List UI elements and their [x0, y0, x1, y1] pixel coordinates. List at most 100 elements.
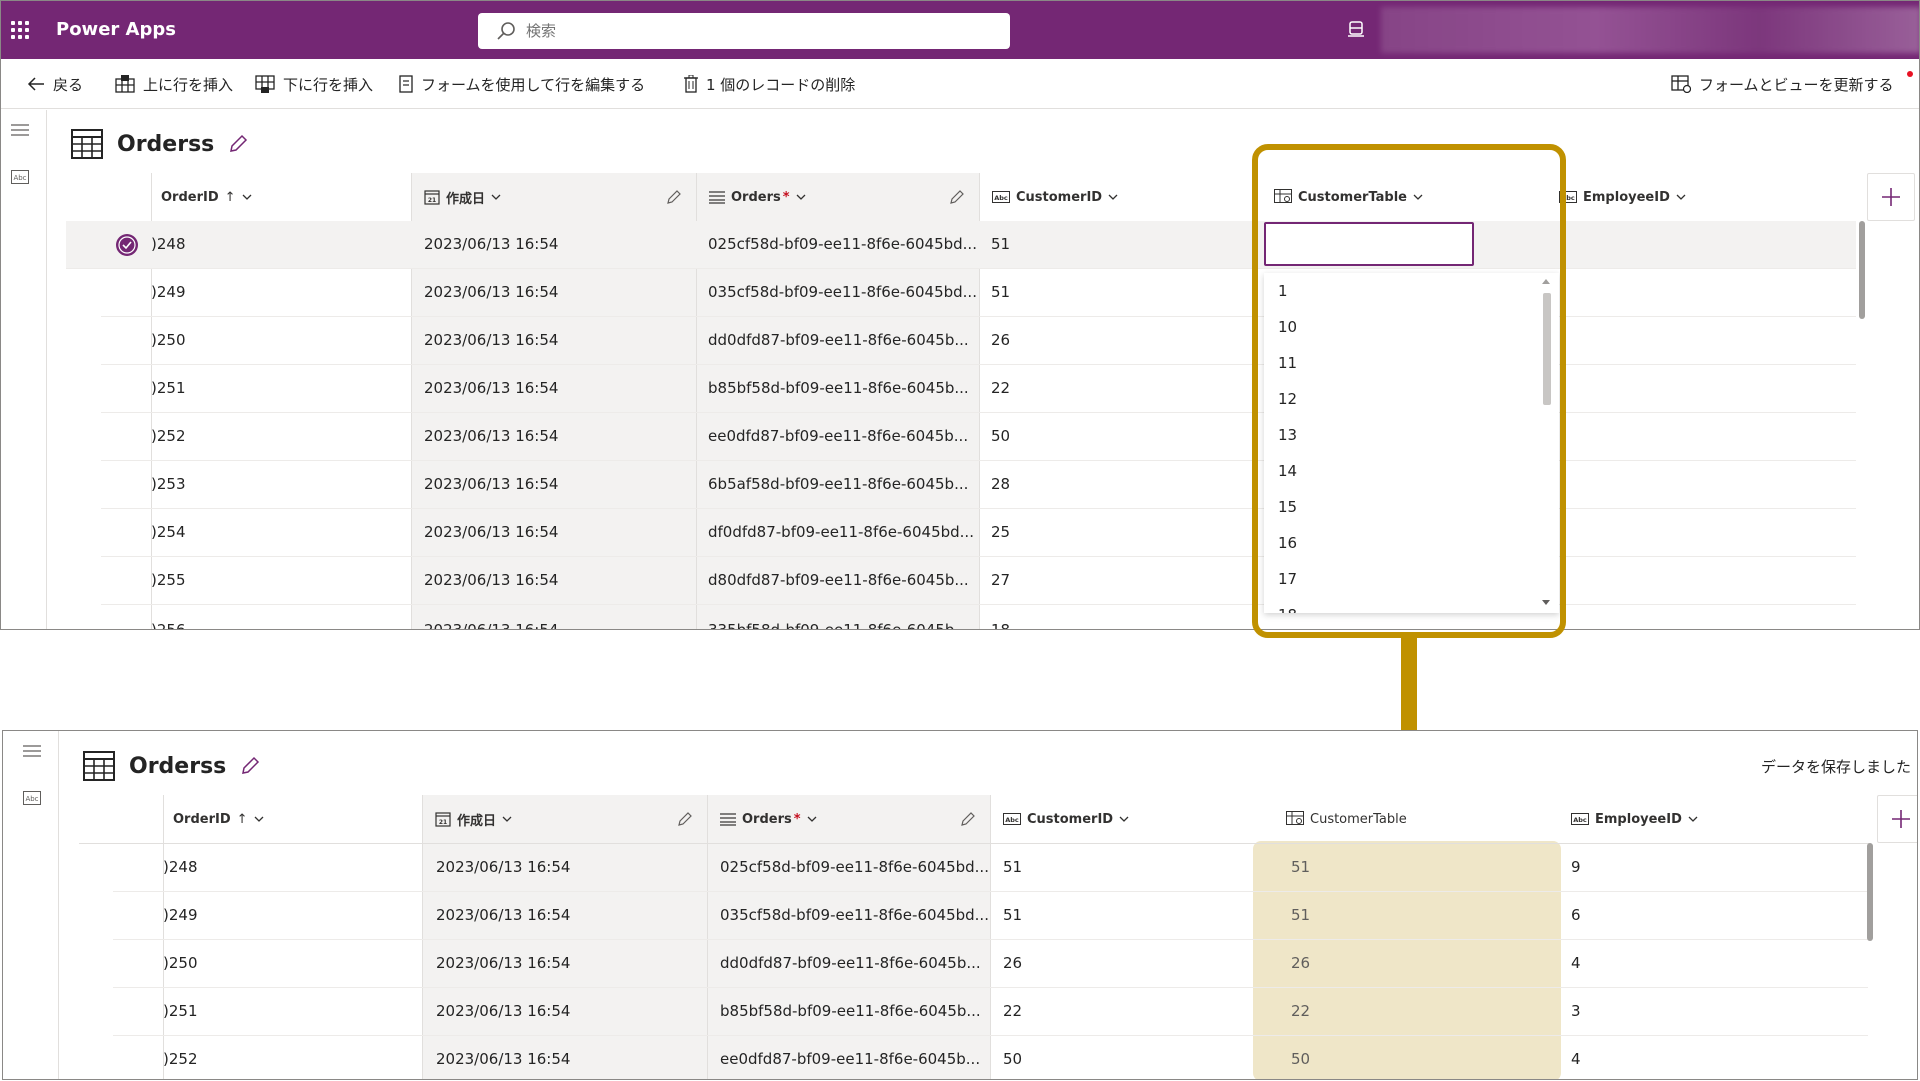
grid-scrollbar[interactable] — [1859, 221, 1865, 319]
cell-customerid[interactable]: 22 — [991, 365, 1010, 412]
cell-created[interactable]: 2023/06/13 16:54 — [424, 221, 558, 268]
cell-created[interactable]: 2023/06/13 16:54 — [424, 317, 558, 364]
cell-created[interactable]: 2023/06/13 16:54 — [436, 940, 570, 987]
cell-orders[interactable]: dd0dfd87-bf09-ee11-8f6e-6045b... — [708, 317, 969, 364]
cell-created[interactable]: 2023/06/13 16:54 — [424, 557, 558, 604]
edit-column-icon[interactable] — [677, 811, 693, 827]
edit-column-icon[interactable] — [949, 189, 965, 205]
hamburger-icon[interactable] — [11, 124, 29, 136]
cell-customerid[interactable]: 26 — [1003, 940, 1022, 987]
table-row[interactable]: )251 2023/06/13 16:54 b85bf58d-bf09-ee11… — [101, 365, 1856, 413]
cell-customertable[interactable]: 26 — [1291, 940, 1310, 987]
cell-customerid[interactable]: 22 — [1003, 988, 1022, 1035]
table-row[interactable]: )253 2023/06/13 16:54 6b5af58d-bf09-ee11… — [101, 461, 1856, 509]
cell-orderid[interactable]: )254 — [151, 509, 185, 556]
cell-created[interactable]: 2023/06/13 16:54 — [436, 1036, 570, 1079]
back-button[interactable]: 戻る — [27, 73, 83, 95]
table-row[interactable]: )250 2023/06/13 16:54 dd0dfd87-bf09-ee11… — [101, 317, 1856, 365]
grid-scrollbar[interactable] — [1867, 843, 1873, 941]
table-row[interactable]: )254 2023/06/13 16:54 df0dfd87-bf09-ee11… — [101, 509, 1856, 557]
column-header-customerid[interactable]: Abc CustomerID — [991, 795, 1261, 843]
cell-employeeid[interactable]: 6 — [1571, 892, 1581, 939]
insert-row-below-button[interactable]: 下に行を挿入 — [255, 73, 373, 95]
cell-created[interactable]: 2023/06/13 16:54 — [424, 413, 558, 460]
column-header-orders[interactable]: Orders * — [697, 173, 979, 221]
cell-customertable[interactable]: 51 — [1291, 844, 1310, 891]
cell-orders[interactable]: 6b5af58d-bf09-ee11-8f6e-6045b... — [708, 461, 968, 508]
search-input[interactable] — [526, 19, 986, 43]
cell-customerid[interactable]: 50 — [1003, 1036, 1022, 1079]
edit-column-icon[interactable] — [960, 811, 976, 827]
cell-created[interactable]: 2023/06/13 16:54 — [424, 607, 558, 629]
cell-created[interactable]: 2023/06/13 16:54 — [424, 509, 558, 556]
cell-orders[interactable]: 035cf58d-bf09-ee11-8f6e-6045bd... — [708, 269, 977, 316]
cell-customerid[interactable]: 51 — [1003, 892, 1022, 939]
edit-pencil-icon[interactable] — [228, 134, 248, 154]
table-row[interactable]: )248 2023/06/13 16:54 025cf58d-bf09-ee11… — [113, 844, 1868, 892]
column-header-employeeid[interactable]: Abc EmployeeID — [1551, 173, 1831, 221]
refresh-form-view-button[interactable]: フォームとビューを更新する — [1671, 73, 1894, 95]
cell-orderid[interactable]: )249 — [151, 269, 185, 316]
column-header-orderid[interactable]: OrderID ↑ — [151, 173, 411, 221]
cell-orders[interactable]: b85bf58d-bf09-ee11-8f6e-6045b... — [720, 988, 981, 1035]
cell-customerid[interactable]: 51 — [991, 269, 1010, 316]
cell-customerid[interactable]: 25 — [991, 509, 1010, 556]
cell-customerid[interactable]: 51 — [1003, 844, 1022, 891]
cell-created[interactable]: 2023/06/13 16:54 — [424, 269, 558, 316]
cell-employeeid[interactable]: 9 — [1571, 844, 1581, 891]
text-field-icon[interactable]: Abc — [11, 170, 29, 184]
table-row[interactable]: )249 2023/06/13 16:54 035cf58d-bf09-ee11… — [101, 269, 1856, 317]
column-header-orders[interactable]: Orders * — [708, 795, 990, 843]
cell-orders[interactable]: 025cf58d-bf09-ee11-8f6e-6045bd... — [720, 844, 989, 891]
column-header-created[interactable]: 21 作成日 — [412, 173, 696, 221]
search-box[interactable] — [478, 13, 1010, 49]
cell-created[interactable]: 2023/06/13 16:54 — [436, 892, 570, 939]
table-row[interactable]: )255 2023/06/13 16:54 d80dfd87-bf09-ee11… — [101, 557, 1856, 605]
cell-orders[interactable]: 025cf58d-bf09-ee11-8f6e-6045bd... — [708, 221, 977, 268]
hamburger-icon[interactable] — [23, 745, 41, 757]
column-header-orderid[interactable]: OrderID ↑ — [163, 795, 421, 843]
cell-orders[interactable]: ee0dfd87-bf09-ee11-8f6e-6045b... — [708, 413, 968, 460]
table-row[interactable]: )252 2023/06/13 16:54 ee0dfd87-bf09-ee11… — [101, 413, 1856, 461]
cell-customerid[interactable]: 28 — [991, 461, 1010, 508]
cell-employeeid[interactable]: 4 — [1571, 940, 1581, 987]
column-header-customertable[interactable]: CustomerTable — [1278, 795, 1558, 843]
cell-orderid[interactable]: )251 — [163, 988, 197, 1035]
cell-orders[interactable]: 035cf58d-bf09-ee11-8f6e-6045bd... — [720, 892, 989, 939]
environment-icon[interactable] — [1347, 19, 1365, 39]
cell-employeeid[interactable]: 4 — [1571, 1036, 1581, 1079]
cell-orderid[interactable]: )252 — [151, 413, 185, 460]
table-row[interactable]: )251 2023/06/13 16:54 b85bf58d-bf09-ee11… — [113, 988, 1868, 1036]
cell-orders[interactable]: d80dfd87-bf09-ee11-8f6e-6045b... — [708, 557, 969, 604]
cell-customertable[interactable]: 51 — [1291, 892, 1310, 939]
cell-customertable[interactable]: 50 — [1291, 1036, 1310, 1079]
cell-orders[interactable]: df0dfd87-bf09-ee11-8f6e-6045bd... — [708, 509, 974, 556]
cell-customerid[interactable]: 26 — [991, 317, 1010, 364]
cell-orders[interactable]: dd0dfd87-bf09-ee11-8f6e-6045b... — [720, 940, 981, 987]
edit-with-form-button[interactable]: フォームを使用して行を編集する — [399, 73, 645, 95]
cell-orderid[interactable]: )253 — [151, 461, 185, 508]
column-header-created[interactable]: 21 作成日 — [423, 795, 707, 843]
row-selected-check-icon[interactable] — [116, 234, 138, 256]
cell-created[interactable]: 2023/06/13 16:54 — [424, 365, 558, 412]
column-header-employeeid[interactable]: Abc EmployeeID — [1563, 795, 1843, 843]
cell-customerid[interactable]: 18 — [991, 607, 1010, 629]
edit-pencil-icon[interactable] — [240, 756, 260, 776]
cell-customertable[interactable]: 22 — [1291, 988, 1310, 1035]
cell-customerid[interactable]: 50 — [991, 413, 1010, 460]
table-row[interactable]: )252 2023/06/13 16:54 ee0dfd87-bf09-ee11… — [113, 1036, 1868, 1079]
cell-created[interactable]: 2023/06/13 16:54 — [436, 844, 570, 891]
insert-row-above-button[interactable]: 上に行を挿入 — [115, 73, 233, 95]
cell-created[interactable]: 2023/06/13 16:54 — [436, 988, 570, 1035]
add-column-button[interactable] — [1877, 795, 1917, 843]
cell-orderid[interactable]: )252 — [163, 1036, 197, 1079]
cell-orderid[interactable]: )249 — [163, 892, 197, 939]
cell-orderid[interactable]: )250 — [163, 940, 197, 987]
cell-created[interactable]: 2023/06/13 16:54 — [424, 461, 558, 508]
cell-customerid[interactable]: 27 — [991, 557, 1010, 604]
cell-orderid[interactable]: )251 — [151, 365, 185, 412]
cell-orderid[interactable]: )255 — [151, 557, 185, 604]
delete-record-button[interactable]: 1 個のレコードの削除 — [684, 73, 855, 95]
cell-orders[interactable]: ee0dfd87-bf09-ee11-8f6e-6045b... — [720, 1036, 980, 1079]
cell-orders[interactable]: b85bf58d-bf09-ee11-8f6e-6045b... — [708, 365, 969, 412]
